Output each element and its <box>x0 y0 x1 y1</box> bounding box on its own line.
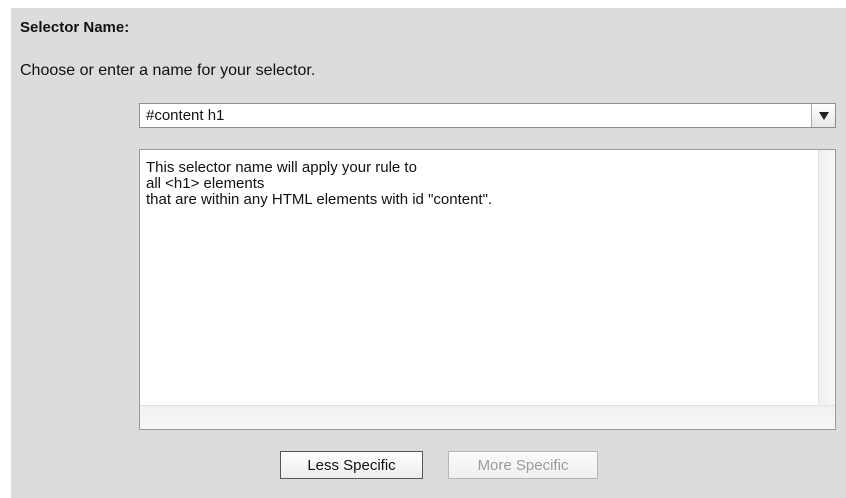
section-title: Selector Name: <box>20 19 130 36</box>
selector-description: This selector name will apply your rule … <box>146 160 806 208</box>
less-specific-button[interactable]: Less Specific <box>280 451 423 479</box>
horizontal-scrollbar[interactable] <box>140 405 835 429</box>
description-line: all <h1> elements <box>146 175 265 192</box>
selector-name-input[interactable] <box>140 104 810 127</box>
vertical-scrollbar[interactable] <box>818 150 835 405</box>
selector-name-combobox[interactable] <box>139 103 836 128</box>
description-line: This selector name will apply your rule … <box>146 159 417 176</box>
description-line: that are within any HTML elements with i… <box>146 191 493 208</box>
triangle-down-icon <box>818 111 829 120</box>
selector-description-box[interactable]: This selector name will apply your rule … <box>139 149 836 430</box>
instruction-text: Choose or enter a name for your selector… <box>20 62 316 79</box>
more-specific-button[interactable]: More Specific <box>448 451 598 479</box>
dropdown-button[interactable] <box>811 104 835 127</box>
